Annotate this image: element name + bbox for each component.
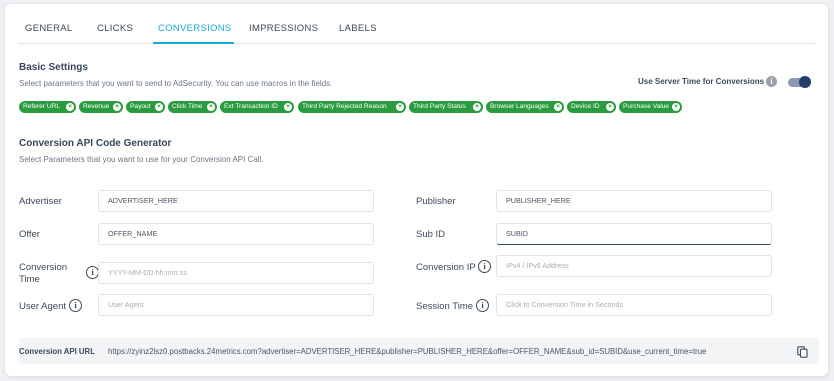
tag-click-time[interactable]: Click Time × (168, 101, 217, 113)
conversion-api-url-label: Conversion API URL (19, 347, 95, 356)
info-icon[interactable]: i (766, 76, 777, 87)
remove-tag-icon[interactable]: × (672, 103, 680, 111)
advertiser-label: Advertiser (19, 196, 62, 207)
tag-label: Referer URL (23, 103, 61, 110)
user-agent-input[interactable]: User Agent (98, 294, 374, 316)
sub-id-label: Sub ID (416, 229, 446, 240)
remove-tag-icon[interactable]: × (606, 103, 614, 111)
publisher-input[interactable]: PUBLISHER_HERE (496, 190, 772, 212)
session-time-label: Session Time (416, 301, 474, 312)
conversion-time-input[interactable]: YYYY-MM-DD hh:mm:ss (98, 262, 374, 284)
conversion-api-url-value[interactable]: https://zyinz2lsz0.postbacks.24metrics.c… (108, 347, 706, 356)
tag-device-id[interactable]: Device ID × (567, 101, 616, 113)
conversion-ip-input[interactable]: IPv4 / IPv6 Address (496, 255, 772, 277)
settings-card: GENERAL CLICKS CONVERSIONS IMPRESSIONS L… (5, 4, 828, 376)
tag-label: Ext Transaction ID (224, 103, 278, 110)
tag-label: Revenue (83, 103, 110, 110)
offer-label: Offer (19, 229, 40, 240)
tag-browser-languages[interactable]: Browser Languages × (486, 101, 564, 113)
tag-third-party-status[interactable]: Third Party Status × (409, 101, 483, 113)
tag-revenue[interactable]: Revenue × (79, 101, 123, 113)
conversion-ip-info-icon[interactable]: i (478, 260, 491, 273)
sub-id-input[interactable]: SUBID (496, 223, 772, 245)
publisher-label: Publisher (416, 196, 456, 207)
tag-third-party-rejected-reason[interactable]: Third Party Rejected Reason × (298, 101, 406, 113)
remove-tag-icon[interactable]: × (396, 103, 404, 111)
remove-tag-icon[interactable]: × (554, 103, 562, 111)
tab-general[interactable]: GENERAL (25, 23, 73, 34)
api-generator-title: Conversion API Code Generator (19, 138, 172, 149)
remove-tag-icon[interactable]: × (113, 103, 121, 111)
session-time-info-icon[interactable]: i (476, 299, 489, 312)
user-agent-label: User Agent (19, 301, 66, 312)
tag-label: Purchase Value (623, 103, 670, 110)
conversion-time-label-line2: Time (19, 274, 40, 285)
remove-tag-icon[interactable]: × (207, 103, 215, 111)
tag-purchase-value[interactable]: Purchase Value × (619, 101, 682, 113)
copy-icon[interactable] (797, 346, 808, 358)
remove-tag-icon[interactable]: × (155, 103, 163, 111)
tab-bar: GENERAL CLICKS CONVERSIONS IMPRESSIONS L… (18, 4, 815, 44)
user-agent-info-icon[interactable]: i (69, 299, 82, 312)
tag-label: Payout (130, 103, 151, 110)
tag-payout[interactable]: Payout × (126, 101, 165, 113)
server-time-label: Use Server Time for Conversions (638, 77, 765, 86)
tag-label: Browser Languages (490, 103, 549, 110)
basic-settings-description: Select parameters that you want to send … (19, 79, 333, 88)
tag-ext-transaction-id[interactable]: Ext Transaction ID × (220, 101, 294, 113)
basic-settings-title: Basic Settings (19, 62, 88, 73)
tag-label: Click Time (172, 103, 203, 110)
conversion-ip-label: Conversion IP (416, 262, 476, 273)
tag-label: Third Party Status (413, 103, 466, 110)
remove-tag-icon[interactable]: × (284, 103, 292, 111)
tag-label: Device ID (571, 103, 600, 110)
active-tab-indicator (153, 42, 234, 44)
tab-conversions[interactable]: CONVERSIONS (158, 23, 232, 34)
tag-referer-url[interactable]: Referer URL × (19, 101, 76, 113)
api-generator-description: Select Parameters that you want to use f… (19, 155, 264, 164)
advertiser-input[interactable]: ADVERTISER_HERE (98, 190, 374, 212)
offer-input[interactable]: OFFER_NAME (98, 223, 374, 245)
session-time-input[interactable]: Click to Conversion Time in Seconds (496, 294, 772, 316)
tab-clicks[interactable]: CLICKS (97, 23, 133, 34)
tab-labels[interactable]: LABELS (339, 23, 377, 34)
remove-tag-icon[interactable]: × (473, 103, 481, 111)
conversion-time-label-line1: Conversion (19, 262, 68, 273)
remove-tag-icon[interactable]: × (66, 103, 74, 111)
tab-impressions[interactable]: IMPRESSIONS (249, 23, 318, 34)
toggle-knob (799, 76, 811, 88)
tag-label: Third Party Rejected Reason (302, 103, 387, 110)
